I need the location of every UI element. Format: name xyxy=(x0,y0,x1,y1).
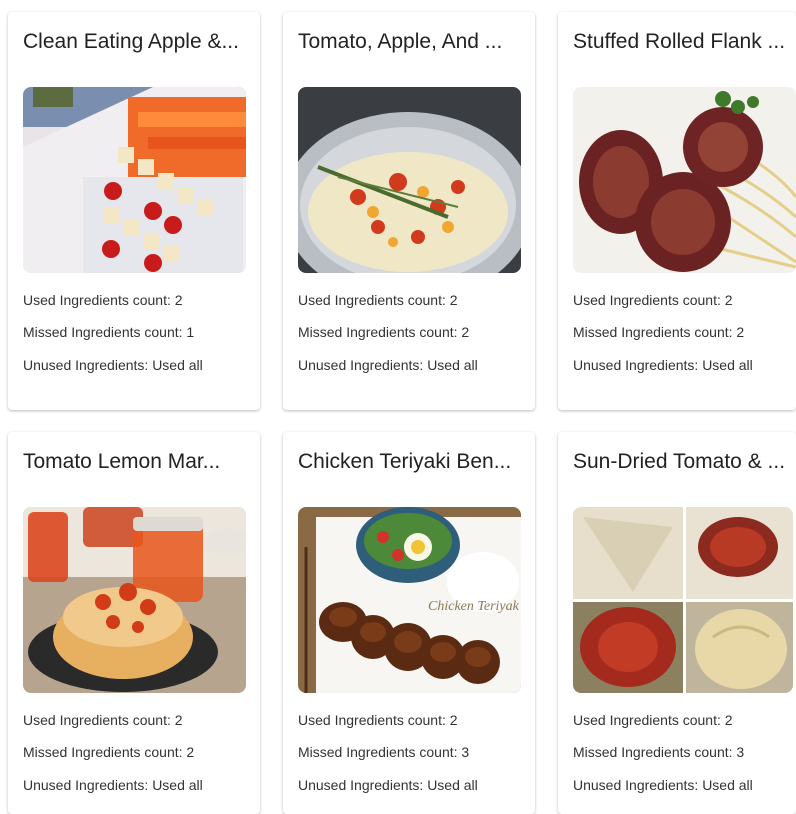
missed-ingredients-count: Missed Ingredients count: 3 xyxy=(573,744,745,760)
recipe-image[interactable] xyxy=(573,507,793,693)
image-caption-text: Chicken Teriyak xyxy=(428,599,520,614)
unused-ingredients: Unused Ingredients: Used all xyxy=(573,777,753,793)
unused-ingredients: Unused Ingredients: Used all xyxy=(23,777,203,793)
recipe-image[interactable] xyxy=(573,87,796,273)
used-ingredients-count: Used Ingredients count: 2 xyxy=(23,292,183,308)
recipe-image[interactable] xyxy=(23,87,246,273)
marmalade-image xyxy=(23,507,246,693)
recipe-card[interactable]: Stuffed Rolled Flank ... Used Ingredient… xyxy=(558,12,796,410)
missed-ingredients-count: Missed Ingredients count: 2 xyxy=(298,324,470,340)
pot-salad-image xyxy=(298,87,521,273)
used-ingredients-count: Used Ingredients count: 2 xyxy=(573,292,733,308)
recipe-title[interactable]: Chicken Teriyaki Ben... xyxy=(298,448,526,476)
recipe-image[interactable] xyxy=(298,87,521,273)
used-ingredients-count: Used Ingredients count: 2 xyxy=(298,292,458,308)
recipe-title[interactable]: Stuffed Rolled Flank ... xyxy=(573,28,796,56)
chicken-teriyaki-image: Chicken Teriyak xyxy=(298,507,521,693)
skewers-image xyxy=(23,87,246,273)
used-ingredients-count: Used Ingredients count: 2 xyxy=(23,712,183,728)
recipe-image[interactable] xyxy=(23,507,246,693)
flank-steak-image xyxy=(573,87,796,273)
used-ingredients-count: Used Ingredients count: 2 xyxy=(298,712,458,728)
recipe-card[interactable]: Tomato Lemon Mar... Used Ingredients cou… xyxy=(8,432,260,814)
recipe-grid: Clean Eating Apple &... Used Ingredients… xyxy=(0,0,796,814)
missed-ingredients-count: Missed Ingredients count: 2 xyxy=(573,324,745,340)
recipe-title[interactable]: Clean Eating Apple &... xyxy=(23,28,251,56)
recipe-image[interactable]: Chicken Teriyak xyxy=(298,507,521,693)
recipe-card[interactable]: Sun-Dried Tomato & ... Used Ingredients … xyxy=(558,432,796,814)
missed-ingredients-count: Missed Ingredients count: 2 xyxy=(23,744,195,760)
recipe-title[interactable]: Sun-Dried Tomato & ... xyxy=(573,448,796,476)
sun-dried-tomato-bread-image xyxy=(573,507,793,693)
missed-ingredients-count: Missed Ingredients count: 3 xyxy=(298,744,470,760)
unused-ingredients: Unused Ingredients: Used all xyxy=(23,357,203,373)
recipe-title[interactable]: Tomato, Apple, And ... xyxy=(298,28,526,56)
missed-ingredients-count: Missed Ingredients count: 1 xyxy=(23,324,195,340)
unused-ingredients: Unused Ingredients: Used all xyxy=(298,777,478,793)
used-ingredients-count: Used Ingredients count: 2 xyxy=(573,712,733,728)
recipe-card[interactable]: Clean Eating Apple &... Used Ingredients… xyxy=(8,12,260,410)
recipe-card[interactable]: Tomato, Apple, And ... Used Ingredients … xyxy=(283,12,535,410)
recipe-title[interactable]: Tomato Lemon Mar... xyxy=(23,448,251,476)
unused-ingredients: Unused Ingredients: Used all xyxy=(298,357,478,373)
unused-ingredients: Unused Ingredients: Used all xyxy=(573,357,753,373)
recipe-card[interactable]: Chicken Teriyaki Ben... Chicken Teriyak … xyxy=(283,432,535,814)
